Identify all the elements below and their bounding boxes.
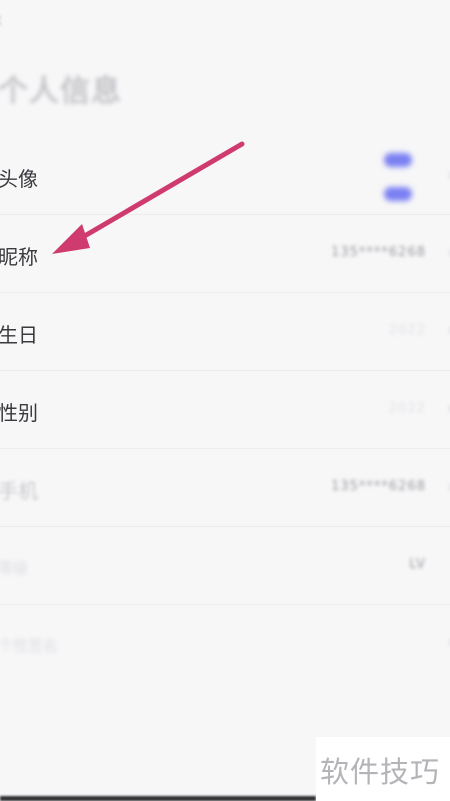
row-label-gender: 性别 [0,401,38,425]
row-label-nickname: 昵称 [0,245,38,269]
row-value-phone: 135****6268 [331,479,426,494]
personal-info-screen: ‹ 个人信息 头像 › 昵称 135****6268 › 生日 2022 › 性… [0,0,450,801]
page-title: 个人信息 [0,74,122,109]
back-arrow-icon[interactable]: ‹ [0,8,16,34]
row-nickname[interactable]: 昵称 135****6268 › [0,215,450,293]
bottom-edge-bar [0,796,316,801]
row-value-birthday: 2022 [388,323,426,338]
row-gender[interactable]: 性别 2022 › [0,371,450,449]
row-label-level: 等级 [0,559,29,577]
row-label-birthday: 生日 [0,323,38,347]
row-value-gender: 2022 [388,401,426,416]
row-phone[interactable]: 手机 135****6268 › [0,449,450,527]
row-label-avatar: 头像 [0,167,38,191]
avatar [384,151,414,203]
row-signature[interactable]: 个性签名 › [0,605,450,682]
row-value-nickname: 135****6268 [331,245,426,260]
row-avatar[interactable]: 头像 › [0,137,450,215]
row-level[interactable]: 等级 LV [0,527,450,605]
watermark-box: 软件技巧 [316,737,450,801]
row-value-level: LV [409,557,426,572]
row-label-phone: 手机 [0,479,38,503]
settings-list: 头像 › 昵称 135****6268 › 生日 2022 › 性别 2022 … [0,137,450,682]
avatar-shape-bottom [384,187,412,201]
row-birthday[interactable]: 生日 2022 › [0,293,450,371]
row-label-signature: 个性签名 [0,637,59,655]
avatar-shape-top [384,153,412,167]
watermark-text: 软件技巧 [320,755,441,789]
